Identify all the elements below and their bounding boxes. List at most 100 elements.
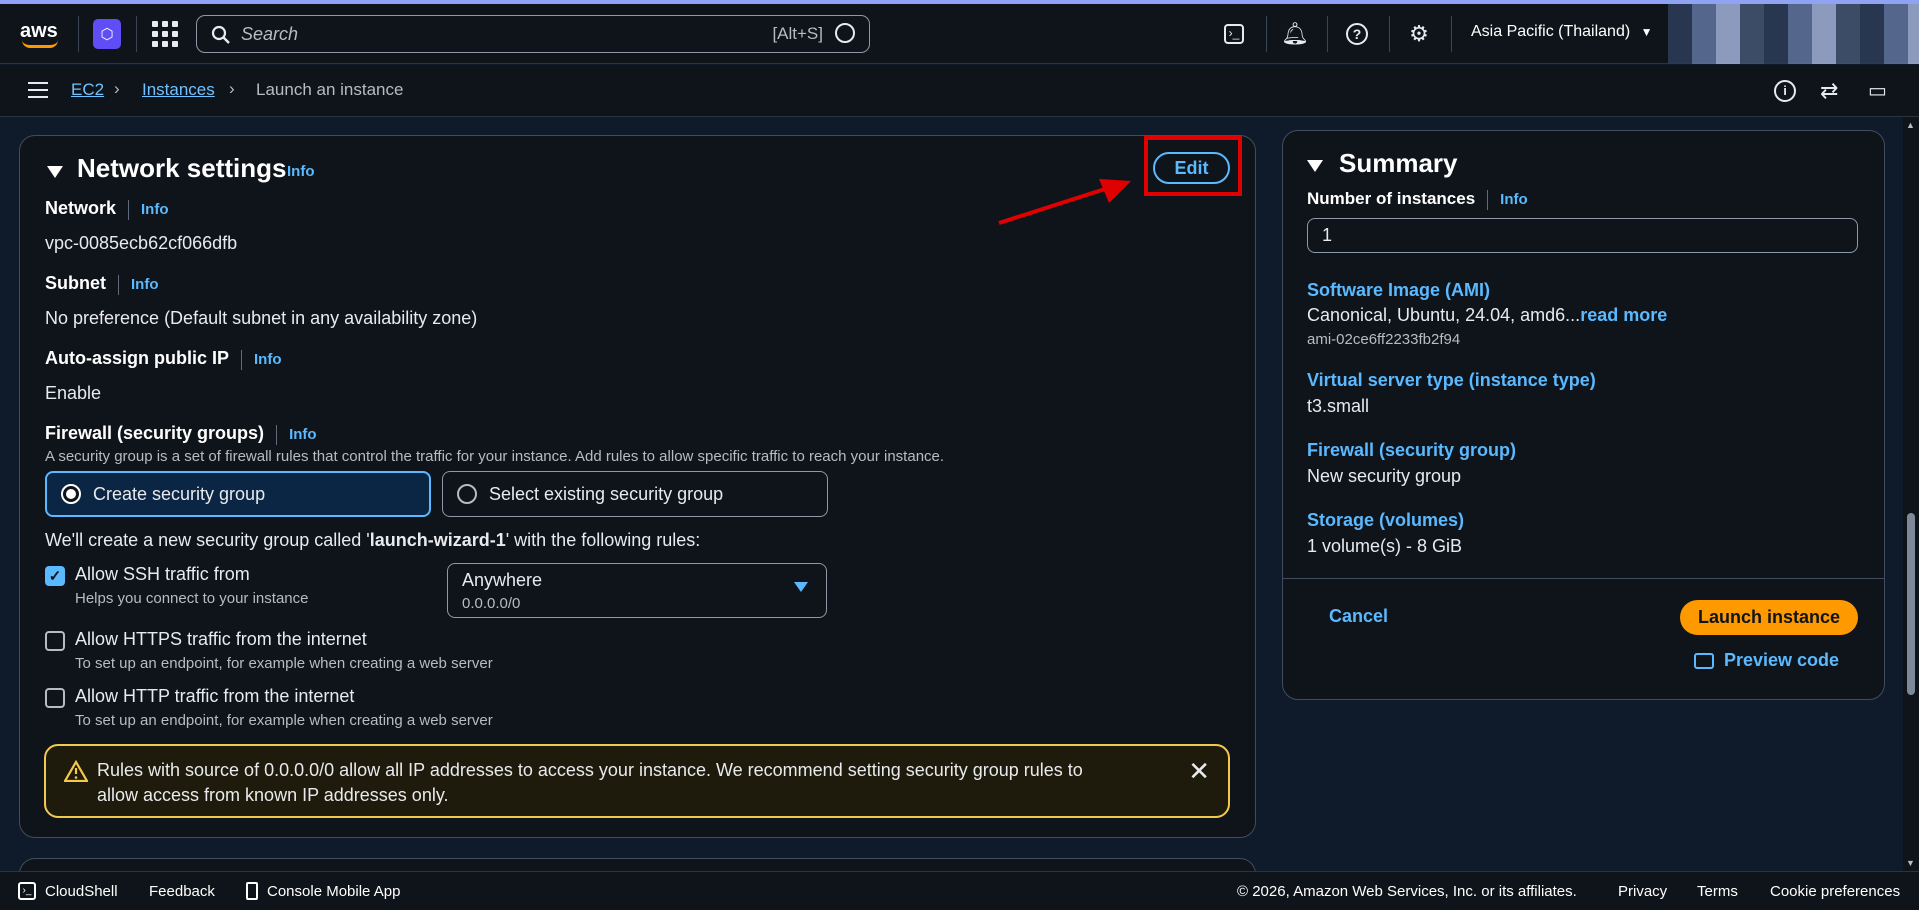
ssh-checkbox[interactable]: ✓ [45, 566, 65, 586]
network-field-header: Network Info [45, 198, 169, 220]
firewall-summary-label[interactable]: Firewall (security group) [1307, 440, 1516, 461]
code-preview-icon [1694, 652, 1714, 669]
subnet-info-link[interactable]: Info [131, 276, 159, 293]
http-checkbox[interactable] [45, 688, 65, 708]
firewall-label: Firewall (security groups) [45, 423, 265, 443]
breadcrumb-ec2[interactable]: EC2 [71, 80, 104, 100]
read-more-link[interactable]: read more [1580, 305, 1667, 325]
nav-divider [1451, 16, 1452, 52]
ssh-cidr-value: 0.0.0.0/0 [462, 595, 521, 612]
instances-field-header: Number of instances Info [1307, 189, 1528, 210]
network-settings-title: Network settings [77, 153, 287, 183]
launch-instance-button[interactable]: Launch instance [1680, 600, 1858, 635]
scrollbar-thumb[interactable] [1907, 513, 1915, 695]
search-icon [211, 25, 230, 44]
cloudshell-footer-button[interactable]: ›_ CloudShell [18, 882, 118, 900]
nav-divider [1389, 16, 1390, 52]
https-checkbox[interactable] [45, 631, 65, 651]
https-help: To set up an endpoint, for example when … [75, 655, 493, 672]
caret-down-icon [794, 582, 808, 592]
instances-label: Number of instances [1307, 189, 1476, 208]
console-mobile-app-link[interactable]: Console Mobile App [246, 882, 400, 900]
firewall-summary-value: New security group [1307, 466, 1462, 486]
nav-divider [1266, 16, 1267, 52]
footer-bar: ›_ CloudShell Feedback Console Mobile Ap… [0, 871, 1919, 910]
ssh-source-select[interactable]: Anywhere 0.0.0.0/0 [447, 563, 827, 618]
firewall-field-header: Firewall (security groups) Info [45, 423, 317, 445]
scroll-down-icon[interactable]: ▼ [1906, 858, 1915, 868]
annotation-arrow [998, 179, 1131, 225]
new-sg-name: launch-wizard-1 [369, 530, 506, 550]
new-sg-prefix: We'll create a new security group called… [45, 530, 370, 550]
instance-type-label[interactable]: Virtual server type (instance type) [1307, 370, 1596, 391]
page-scrollbar[interactable] [1903, 117, 1919, 871]
storage-value: 1 volume(s) - 8 GiB [1307, 536, 1463, 556]
collapse-caret-icon[interactable] [47, 163, 63, 183]
service-shortcut-icon[interactable]: ⬡ [93, 19, 121, 49]
breadcrumb-current: Launch an instance [256, 80, 404, 99]
public-ip-value: Enable [45, 383, 102, 403]
close-icon[interactable]: ✕ [1188, 756, 1210, 787]
notifications-icon[interactable]: 🔔︎ [1275, 14, 1315, 54]
radio-unselected[interactable] [457, 484, 477, 504]
ami-label[interactable]: Software Image (AMI) [1307, 280, 1490, 301]
console-mobile-app-label: Console Mobile App [267, 882, 401, 900]
http-label: Allow HTTP traffic from the internet [75, 686, 355, 706]
mobile-phone-icon [246, 882, 258, 900]
summary-divider [1282, 578, 1885, 579]
network-settings-info-link[interactable]: Info [287, 163, 315, 180]
region-label: Asia Pacific (Thailand) [1471, 23, 1631, 40]
info-panel-icon[interactable]: i [1774, 80, 1796, 102]
terms-link[interactable]: Terms [1697, 883, 1738, 900]
breadcrumb-instances[interactable]: Instances [142, 80, 215, 100]
new-sg-suffix: ' with the following rules: [505, 530, 701, 550]
cancel-button[interactable]: Cancel [1329, 606, 1388, 627]
scroll-up-icon[interactable]: ▲ [1906, 120, 1915, 130]
preview-code-button[interactable]: Preview code [1694, 650, 1839, 671]
nav-divider [78, 16, 79, 52]
region-selector[interactable]: Asia Pacific (Thailand) ▼ [1471, 23, 1653, 41]
feedback-board-icon[interactable]: ▭ [1868, 78, 1887, 103]
aws-logo-swoosh [22, 40, 58, 48]
chevron-right-icon: › [114, 79, 120, 98]
account-menu-avatar[interactable] [1668, 4, 1919, 64]
subnet-value: No preference (Default subnet in any ava… [45, 308, 478, 328]
ami-value: Canonical, Ubuntu, 24.04, amd6... [1307, 305, 1581, 325]
ssh-label: Allow SSH traffic from [75, 564, 250, 584]
cookie-preferences-link[interactable]: Cookie preferences [1770, 883, 1900, 900]
settings-gear-icon[interactable]: ⚙ [1399, 14, 1439, 54]
storage-label[interactable]: Storage (volumes) [1307, 510, 1464, 531]
search-input[interactable]: Search [241, 24, 298, 45]
firewall-description: A security group is a set of firewall ru… [45, 448, 945, 465]
instances-info-link[interactable]: Info [1500, 191, 1528, 208]
instance-type-value: t3.small [1307, 396, 1370, 416]
public-ip-label: Auto-assign public IP [45, 348, 230, 368]
feedback-link[interactable]: Feedback [149, 883, 215, 900]
cloudshell-icon[interactable]: ›_ [1214, 14, 1254, 54]
select-sg-label: Select existing security group [489, 483, 724, 504]
http-help: To set up an endpoint, for example when … [75, 712, 493, 729]
ami-id: ami-02ce6ff2233fb2f94 [1307, 331, 1461, 348]
number-of-instances-input[interactable]: 1 [1307, 218, 1858, 253]
chevron-right-icon: › [229, 79, 235, 98]
radio-selected[interactable] [61, 484, 81, 504]
public-ip-info-link[interactable]: Info [254, 351, 282, 368]
ami-value-line: Canonical, Ubuntu, 24.04, amd6...read mo… [1307, 305, 1667, 326]
select-existing-security-group-option[interactable]: Select existing security group [442, 471, 828, 517]
create-security-group-option[interactable]: Create security group [45, 471, 431, 517]
network-info-link[interactable]: Info [141, 201, 169, 218]
summary-collapse-caret-icon[interactable] [1307, 157, 1323, 177]
help-icon[interactable]: ? [1337, 14, 1377, 54]
subnet-label: Subnet [45, 273, 106, 293]
warning-text: Rules with source of 0.0.0.0/0 allow all… [97, 760, 1083, 805]
firewall-info-link[interactable]: Info [289, 426, 317, 443]
network-label: Network [45, 198, 117, 218]
services-menu-icon[interactable] [152, 21, 178, 47]
settings-sliders-icon[interactable]: ⇄ [1820, 78, 1838, 104]
amazon-q-icon[interactable] [835, 23, 855, 43]
preview-code-label: Preview code [1724, 650, 1840, 670]
privacy-link[interactable]: Privacy [1618, 883, 1667, 900]
hamburger-menu-icon[interactable] [28, 82, 48, 98]
search-bar[interactable]: Search [Alt+S] [196, 15, 870, 53]
caret-down-icon: ▼ [1640, 25, 1653, 39]
